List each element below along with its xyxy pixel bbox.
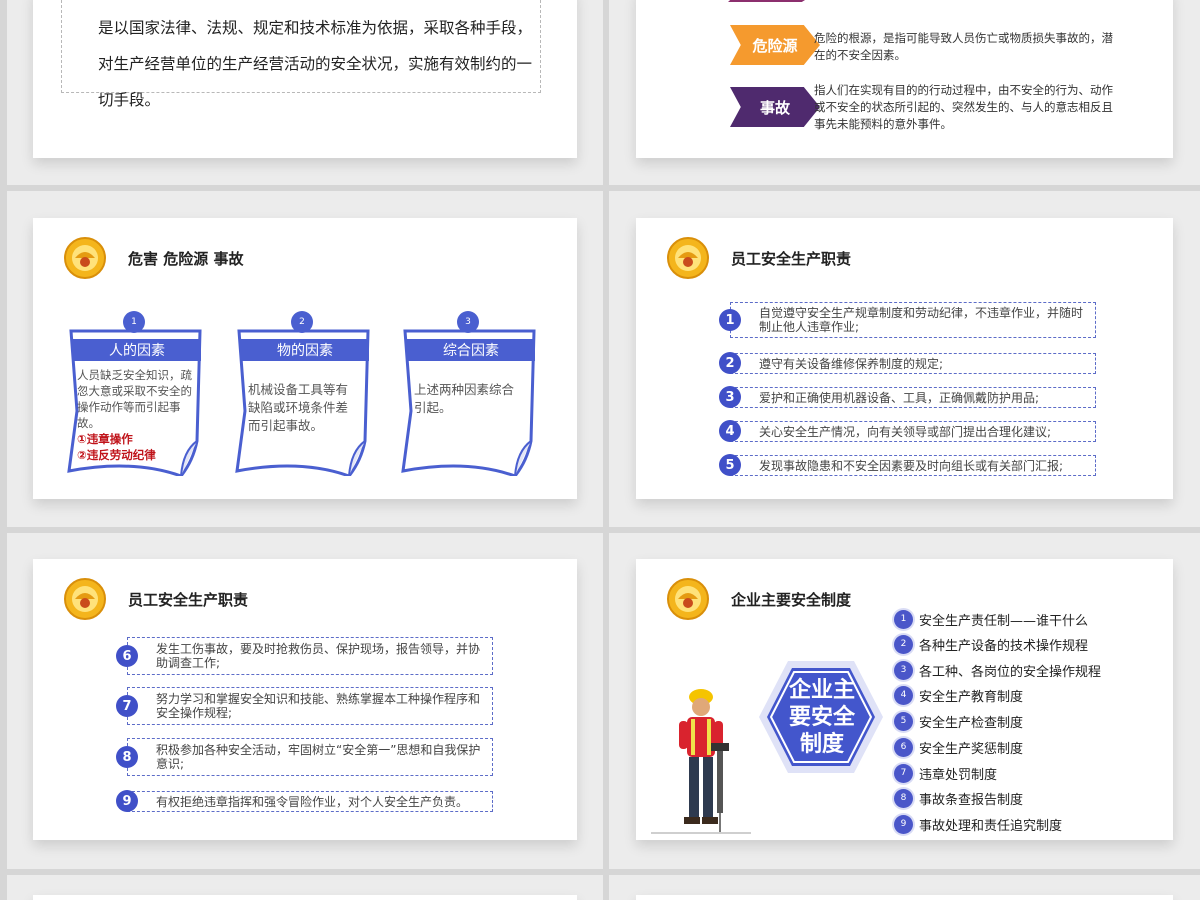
system-number: 1 — [894, 609, 913, 629]
slide-title: 员工安全生产职责 — [128, 591, 249, 609]
note-heading: 综合因素 — [443, 343, 499, 359]
tag-arrow-top — [728, 0, 818, 2]
duty-item: 爱护和正确使用机器设备、工具，正确佩戴防护用品; — [730, 387, 1096, 408]
quote-line: 切手段。 — [98, 91, 161, 109]
note-body: 上述两种因素综合引起。 — [414, 382, 515, 415]
system-number: 9 — [894, 814, 913, 834]
system-number: 3 — [894, 660, 913, 680]
system-label: 事故条查报告制度 — [919, 792, 1024, 808]
note-heading: 人的因素 — [109, 343, 165, 359]
note-text: 人员缺乏安全知识，疏忽大意或采取不安全的操作动作等而引起事故。 — [77, 368, 192, 430]
system-label: 事故处理和责任追究制度 — [919, 818, 1063, 834]
safety-logo-icon — [64, 578, 106, 620]
duty-item: 努力学习和掌握安全知识和技能、熟练掌握本工种操作程序和安全操作规程; — [127, 687, 493, 725]
slide-title: 危害 危险源 事故 — [128, 250, 244, 268]
note-material-factors: 2 物的因素 机械设备工具等有缺陷或环境条件差而引起事故。 — [231, 311, 371, 476]
system-number: 2 — [894, 634, 913, 654]
note-heading: 物的因素 — [277, 343, 333, 359]
duty-number: 7 — [116, 695, 138, 717]
safety-logo-icon — [667, 578, 709, 620]
system-item: 2 各种生产设备的技术操作规程 — [894, 633, 1088, 655]
safety-logo-icon — [667, 237, 709, 279]
slide-card: 企业主要安全制度 企业主 要安全 制度 1 安全生产责任制——谁干什么 2 各种… — [636, 559, 1173, 840]
duty-item: 遵守有关设备维修保养制度的规定; — [730, 353, 1096, 374]
system-label: 违章处罚制度 — [919, 767, 998, 783]
slide-thumb-2[interactable]: 危险源 危险的根源，是指可能导致人员伤亡或物质损失事故的，潜在的不安全因素。 事… — [609, 0, 1200, 185]
system-item: 6 安全生产奖惩制度 — [894, 736, 1023, 758]
note-human-factors: 1 人的因素 人员缺乏安全知识，疏忽大意或采取不安全的操作动作等而引起事故。 ①… — [63, 311, 203, 476]
system-item: 3 各工种、各岗位的安全操作规程 — [894, 659, 1101, 681]
system-item: 5 安全生产检查制度 — [894, 710, 1023, 732]
duty-number: 9 — [116, 790, 138, 812]
slide-card: 是以国家法律、法规、规定和技术标准为依据，采取各种手段， 对生产经营单位的生产经… — [33, 0, 577, 158]
system-number: 4 — [894, 685, 913, 705]
duty-item: 发现事故隐患和不安全因素要及时向组长或有关部门汇报; — [730, 455, 1096, 476]
note-body: 机械设备工具等有缺陷或环境条件差而引起事故。 — [248, 382, 349, 433]
duty-item: 发生工伤事故，要及时抢救伤员、保护现场，报告领导，并协助调查工作; — [127, 637, 493, 675]
violation-item: ①违章操作 — [77, 432, 133, 446]
slide-thumb-8[interactable] — [609, 875, 1200, 900]
system-label: 安全生产奖惩制度 — [919, 741, 1024, 757]
hexagon-line: 制度 — [799, 732, 844, 757]
system-label: 安全生产责任制——谁干什么 — [919, 613, 1089, 629]
slide-card — [636, 895, 1173, 900]
quote-frame — [61, 0, 541, 93]
duty-number: 3 — [719, 386, 741, 408]
slide-card: 危害 危险源 事故 1 人的因素 人员缺乏安全知识，疏忽大意或采取不安全的操作动… — [33, 218, 577, 499]
system-item: 9 事故处理和责任追究制度 — [894, 813, 1062, 835]
hexagon-label: 企业主 要安全 制度 — [766, 677, 878, 758]
slide-thumb-3[interactable]: 危害 危险源 事故 1 人的因素 人员缺乏安全知识，疏忽大意或采取不安全的操作动… — [7, 191, 603, 527]
duty-number: 8 — [116, 746, 138, 768]
system-number: 6 — [894, 737, 913, 757]
quote-line: 对生产经营单位的生产经营活动的安全状况，实施有效制约的一 — [98, 55, 533, 73]
tag-hazard-source: 危险源 — [730, 25, 820, 65]
slide-thumb-1[interactable]: 是以国家法律、法规、规定和技术标准为依据，采取各种手段， 对生产经营单位的生产经… — [7, 0, 603, 185]
system-item: 4 安全生产教育制度 — [894, 684, 1023, 706]
slide-thumb-4[interactable]: 员工安全生产职责 自觉遵守安全生产规章制度和劳动纪律，不违章作业，并随时制止他人… — [609, 191, 1200, 527]
system-label: 安全生产教育制度 — [919, 689, 1024, 705]
hexagon-line: 要安全 — [788, 705, 855, 730]
system-label: 各工种、各岗位的安全操作规程 — [919, 664, 1102, 680]
slide-title: 员工安全生产职责 — [731, 250, 852, 268]
system-number: 5 — [894, 711, 913, 731]
safety-logo-icon — [64, 237, 106, 279]
slide-card — [33, 895, 577, 900]
quote-line: 是以国家法律、法规、规定和技术标准为依据，采取各种手段， — [98, 19, 533, 37]
duty-item: 关心安全生产情况，向有关领导或部门提出合理化建议; — [730, 421, 1096, 442]
system-item: 7 违章处罚制度 — [894, 762, 997, 784]
slide-card: 员工安全生产职责 发生工伤事故，要及时抢救伤员、保护现场，报告领导，并协助调查工… — [33, 559, 577, 840]
duty-item: 积极参加各种安全活动，牢固树立“安全第一”思想和自我保护意识; — [127, 738, 493, 776]
note-number: 2 — [291, 311, 313, 333]
hexagon-line: 企业主 — [788, 678, 855, 703]
duty-number: 2 — [719, 352, 741, 374]
system-number: 8 — [894, 788, 913, 808]
tag-accident: 事故 — [730, 87, 820, 127]
slide-card: 员工安全生产职责 自觉遵守安全生产规章制度和劳动纪律，不违章作业，并随时制止他人… — [636, 218, 1173, 499]
construction-worker-icon — [651, 689, 751, 834]
note-number: 3 — [457, 311, 479, 333]
note-number: 1 — [123, 311, 145, 333]
duty-number: 6 — [116, 645, 138, 667]
slide-thumb-5[interactable]: 员工安全生产职责 发生工伤事故，要及时抢救伤员、保护现场，报告领导，并协助调查工… — [7, 533, 603, 869]
system-item: 1 安全生产责任制——谁干什么 — [894, 608, 1088, 630]
system-label: 各种生产设备的技术操作规程 — [919, 638, 1089, 654]
system-item: 8 事故条查报告制度 — [894, 787, 1023, 809]
slide-thumb-7[interactable] — [7, 875, 603, 900]
note-combined-factors: 3 综合因素 上述两种因素综合引起。 — [397, 311, 537, 476]
slide-title: 企业主要安全制度 — [731, 591, 852, 609]
duty-item: 有权拒绝违章指挥和强令冒险作业，对个人安全生产负责。 — [127, 791, 493, 812]
system-number: 7 — [894, 763, 913, 783]
note-body: 人员缺乏安全知识，疏忽大意或采取不安全的操作动作等而引起事故。 ①违章操作 ②违… — [77, 367, 199, 463]
accident-definition: 指人们在实现有目的的行动过程中，由不安全的行为、动作或不安全的状态所引起的、突然… — [814, 83, 1113, 131]
duty-item: 自觉遵守安全生产规章制度和劳动纪律，不违章作业，并随时制止他人违章作业; — [730, 302, 1096, 338]
duty-number: 5 — [719, 454, 741, 476]
violation-item: ②违反劳动纪律 — [77, 448, 156, 462]
hazard-source-definition: 危险的根源，是指可能导致人员伤亡或物质损失事故的，潜在的不安全因素。 — [814, 31, 1113, 62]
slide-thumb-6[interactable]: 企业主要安全制度 企业主 要安全 制度 1 安全生产责任制——谁干什么 2 各种… — [609, 533, 1200, 869]
duty-number: 1 — [719, 309, 741, 331]
system-label: 安全生产检查制度 — [919, 715, 1024, 731]
slide-card: 危险源 危险的根源，是指可能导致人员伤亡或物质损失事故的，潜在的不安全因素。 事… — [636, 0, 1173, 158]
duty-number: 4 — [719, 420, 741, 442]
